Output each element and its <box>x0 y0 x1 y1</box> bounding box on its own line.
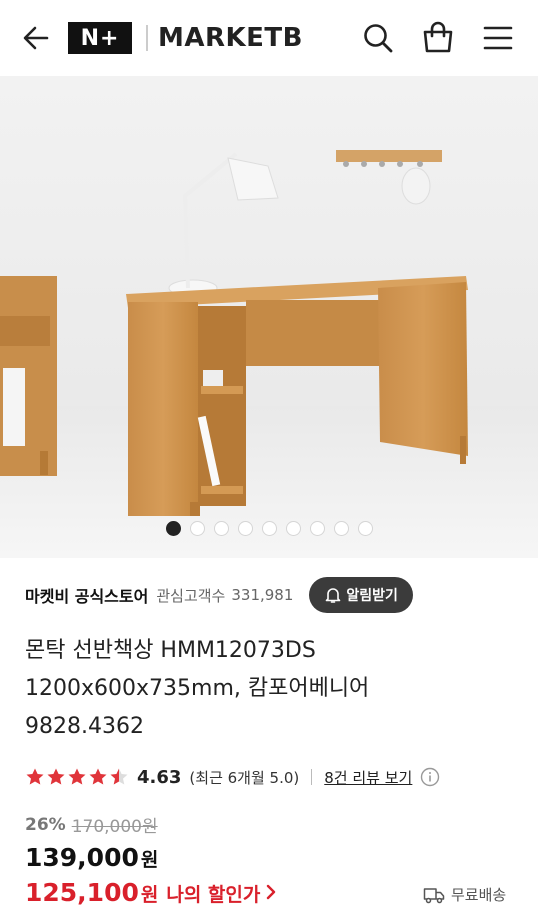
carousel-dot[interactable] <box>309 521 325 536</box>
carousel-dot[interactable] <box>165 521 181 536</box>
subscribe-alarm-button[interactable]: 알림받기 <box>309 577 413 613</box>
product-title: 몬탁 선반책상 HMM12073DS 1200x600x735mm, 캄포어베니… <box>25 632 505 746</box>
favorite-count: 331,981 <box>231 586 294 604</box>
menu-button[interactable] <box>478 18 518 58</box>
info-circle-icon[interactable] <box>420 767 440 787</box>
hamburger-menu-icon <box>483 26 513 50</box>
my-price-label: 나의 할인가 <box>166 884 261 906</box>
top-header: N+ MARKETB <box>0 0 538 76</box>
search-button[interactable] <box>358 18 398 58</box>
store-name[interactable]: 마켓비 공식스토어 <box>25 583 148 607</box>
back-button[interactable] <box>18 20 54 56</box>
search-icon <box>364 24 393 53</box>
carousel-dot[interactable] <box>333 521 349 536</box>
view-reviews-link[interactable]: 8건 리뷰 보기 <box>324 767 412 788</box>
star-icon <box>68 768 86 785</box>
truck-icon <box>423 887 445 903</box>
rating-score: 4.63 <box>137 766 182 788</box>
title-line-3: 9828.4362 <box>25 714 144 739</box>
carousel-dot[interactable] <box>189 521 205 536</box>
my-discount-price-link[interactable]: 125,100 원 나의 할인가 <box>25 878 278 907</box>
star-icon <box>47 768 65 785</box>
original-price: 170,000원 <box>71 817 158 837</box>
chevron-right-icon <box>267 884 276 900</box>
carousel-dot[interactable] <box>237 521 253 536</box>
title-line-1: 몬탁 선반책상 HMM12073DS <box>25 638 316 663</box>
store-info: 마켓비 공식스토어 관심고객수 331,981 알림받기 <box>25 575 515 615</box>
discount-rate: 26% <box>25 814 66 835</box>
product-image-carousel[interactable] <box>0 76 538 558</box>
discount-row: 26% 170,000원 <box>25 812 158 838</box>
carousel-dot[interactable] <box>357 521 373 536</box>
rating-row: 4.63 (최근 6개월 5.0) 8건 리뷰 보기 <box>25 762 515 792</box>
divider <box>311 769 313 785</box>
my-price-value: 125,100 <box>25 878 139 907</box>
market-logo[interactable]: N+ MARKETB <box>68 20 303 56</box>
favorite-count-label: 관심고객수 <box>156 586 226 605</box>
my-price-unit: 원 <box>140 884 159 906</box>
sale-price-value: 139,000 <box>25 843 139 872</box>
logo-text: MARKETB <box>158 23 303 53</box>
star-rating <box>25 767 129 787</box>
logo-divider <box>146 25 148 51</box>
arrow-left-icon <box>23 26 49 50</box>
sale-price: 139,000 원 <box>25 843 158 872</box>
product-photo <box>0 76 538 558</box>
star-icon <box>26 768 44 785</box>
star-icon <box>89 768 107 785</box>
cart-button[interactable] <box>418 18 458 58</box>
shopping-bag-icon <box>423 21 453 53</box>
alarm-label: 알림받기 <box>346 588 398 604</box>
free-shipping: 무료배송 <box>423 884 506 905</box>
carousel-dot[interactable] <box>213 521 229 536</box>
shipping-label: 무료배송 <box>451 886 507 904</box>
recent-rating: (최근 6개월 5.0) <box>189 768 300 787</box>
title-line-2: 1200x600x735mm, 캄포어베니어 <box>25 676 370 701</box>
logo-mark: N+ <box>68 22 132 54</box>
bell-plus-icon <box>326 588 341 603</box>
carousel-indicators <box>0 521 538 539</box>
carousel-dot[interactable] <box>261 521 277 536</box>
carousel-dot[interactable] <box>285 521 301 536</box>
sale-price-unit: 원 <box>140 849 159 871</box>
star-icon <box>110 768 128 785</box>
